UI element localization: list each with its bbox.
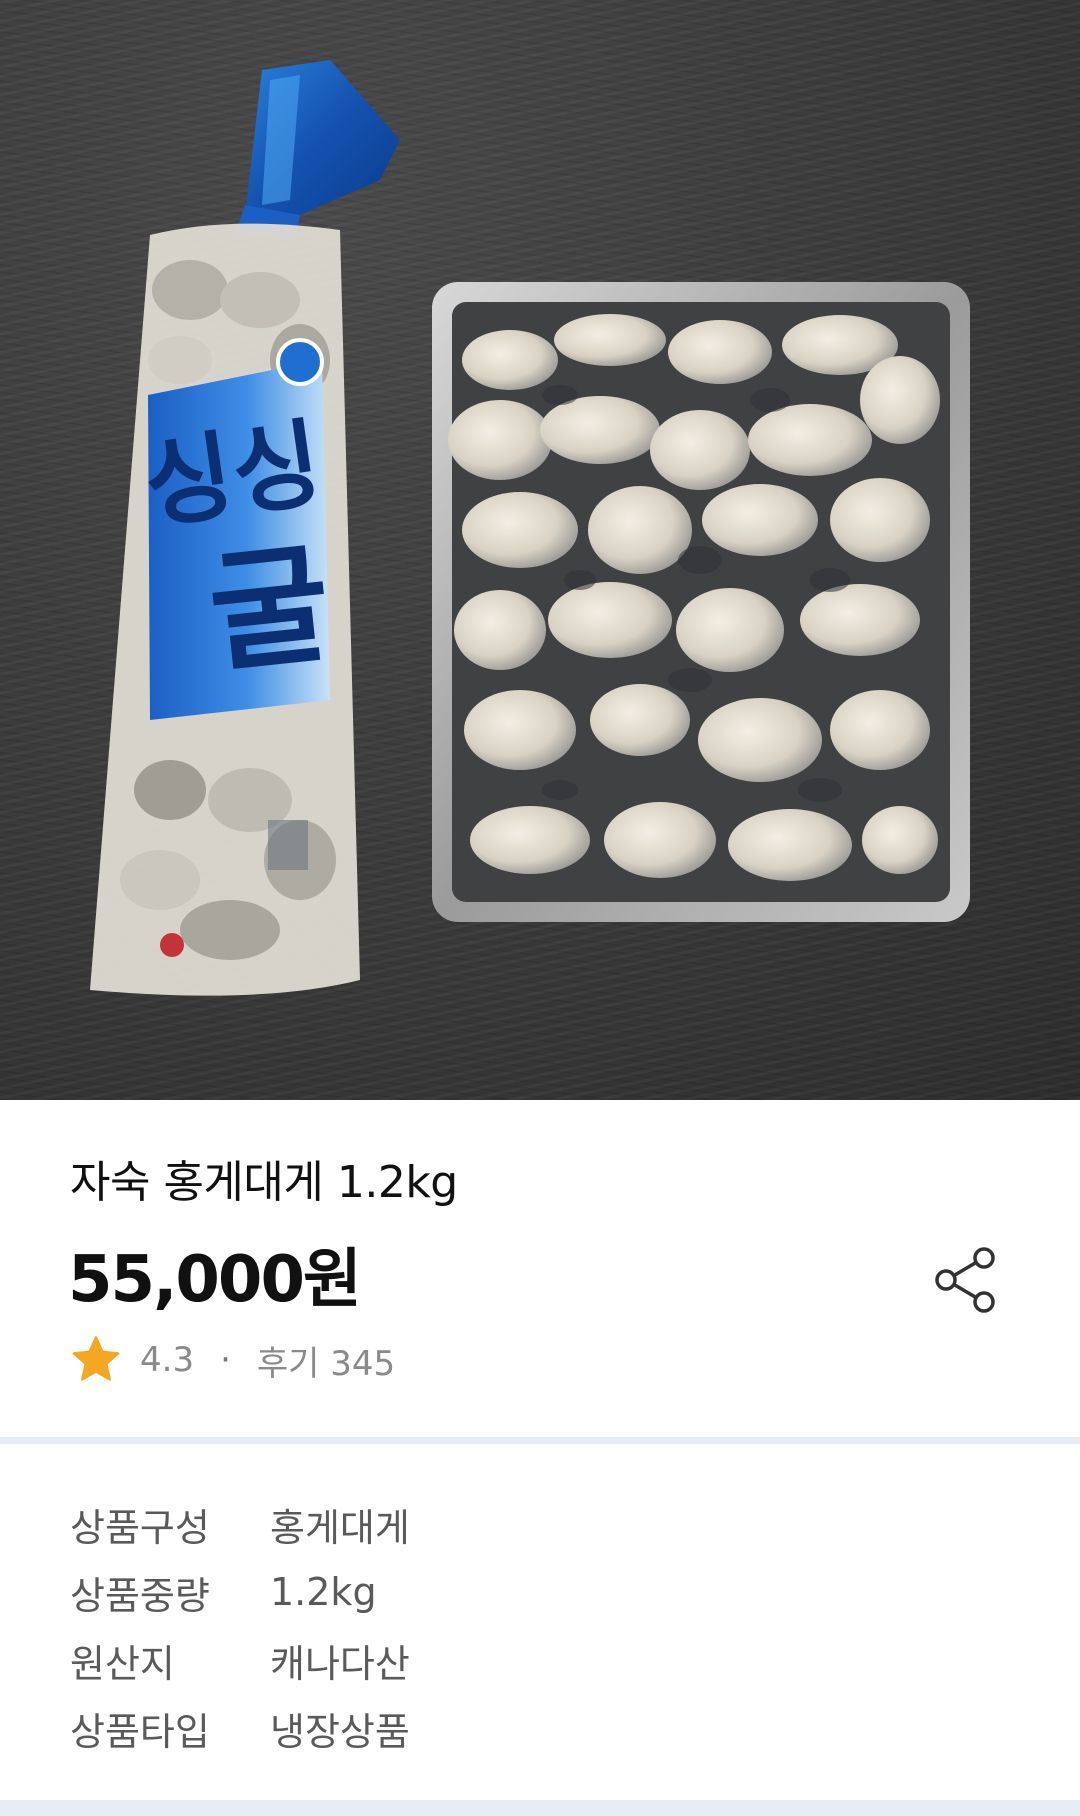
- spec-key: 상품타입: [70, 1709, 210, 1754]
- share-icon[interactable]: [930, 1244, 1002, 1316]
- spec-row-composition: 상품구성 홍게대게: [70, 1490, 1010, 1558]
- spec-row-weight: 상품중량 1.2kg: [70, 1558, 1010, 1626]
- review-count-link[interactable]: 후기 345: [257, 1336, 395, 1385]
- star-icon: [72, 1336, 120, 1381]
- spec-value: 냉장상품: [270, 1709, 410, 1754]
- rating-separator: ·: [220, 1340, 231, 1380]
- svg-text:굴: 굴: [202, 527, 337, 691]
- product-photo-illustration: 싱싱 굴: [90, 60, 970, 996]
- oyster-bag: 싱싱 굴: [90, 223, 360, 996]
- spec-value: 1.2kg: [270, 1570, 377, 1614]
- spec-key: 상품중량: [70, 1573, 210, 1618]
- spec-row-type: 상품타입 냉장상품: [70, 1694, 1010, 1762]
- product-spec-table: 상품구성 홍게대게 상품중량 1.2kg 원산지 캐나다산 상품타입 냉장상품: [70, 1490, 1010, 1762]
- section-divider: [0, 1437, 1080, 1444]
- oyster-tray: [432, 282, 970, 922]
- bottom-divider: [0, 1800, 1080, 1816]
- bag-knot: [235, 60, 400, 240]
- product-image: 싱싱 굴: [0, 0, 1080, 1100]
- spec-value: 홍게대게: [270, 1505, 410, 1550]
- spec-row-origin: 원산지 캐나다산: [70, 1626, 1010, 1694]
- spec-key: 상품구성: [70, 1505, 210, 1550]
- product-price: 55,000원: [68, 1243, 362, 1317]
- spec-key: 원산지: [70, 1641, 175, 1686]
- product-title: 자숙 홍게대게 1.2kg: [70, 1157, 458, 1208]
- spec-value: 캐나다산: [270, 1641, 410, 1686]
- rating-row: 4.3 · 후기 345: [70, 1332, 395, 1388]
- product-info: 자숙 홍게대게 1.2kg 55,000원 4.3 · 후기 345: [0, 1100, 1080, 1440]
- rating-value: 4.3: [140, 1340, 195, 1380]
